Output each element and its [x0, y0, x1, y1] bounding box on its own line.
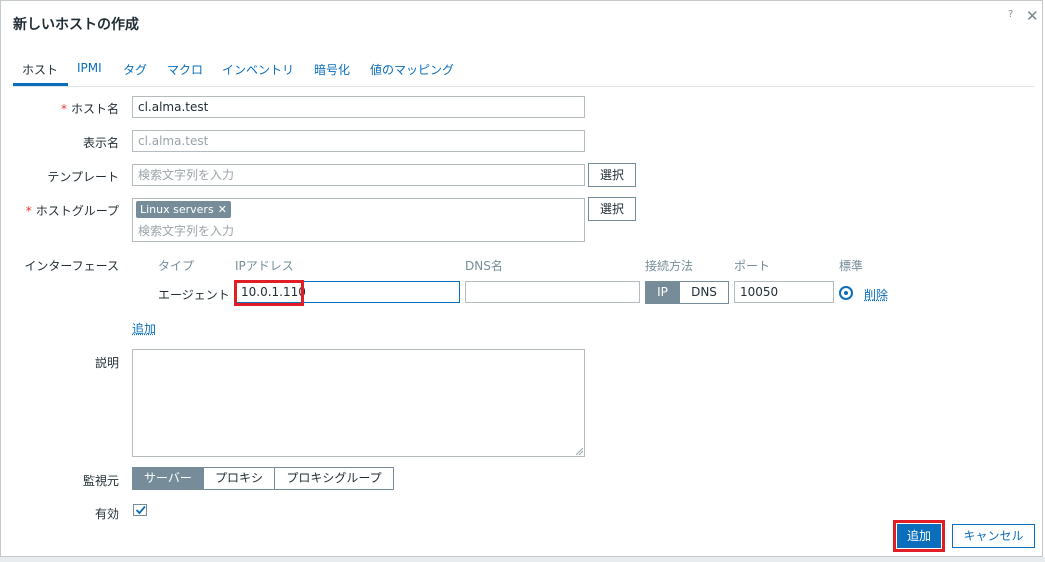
connect-dns-toggle[interactable]: DNS	[679, 281, 729, 304]
templates-label: テンプレート	[47, 170, 119, 184]
create-host-dialog: 新しいホストの作成 ? ✕ ホスト IPMI タグ マクロ インベントリ 暗号化…	[0, 0, 1043, 557]
tab-inventory[interactable]: インベントリ	[222, 61, 294, 78]
add-interface-link[interactable]: 追加	[132, 320, 156, 337]
enabled-checkbox[interactable]	[133, 504, 147, 516]
connect-ip-toggle[interactable]: IP	[645, 281, 680, 304]
visible-name-input[interactable]: cl.alma.test	[132, 130, 585, 152]
page-background-strip	[0, 557, 1045, 562]
host-groups-label: * ホストグループ	[26, 202, 119, 219]
highlight-ip-box	[234, 280, 304, 306]
templates-input[interactable]: 検索文字列を入力	[132, 164, 585, 186]
host-name-label: * ホスト名	[61, 100, 119, 117]
close-icon[interactable]: ✕	[1026, 7, 1039, 25]
col-connect: 接続方法	[645, 259, 694, 273]
visible-name-label: 表示名	[82, 136, 119, 150]
monitored-by-label: 監視元	[82, 474, 119, 488]
tab-bar: ホスト IPMI タグ マクロ インベントリ 暗号化 値のマッピング	[13, 59, 1034, 87]
tab-ipmi[interactable]: IPMI	[77, 61, 102, 75]
host-group-chip-label: Linux servers	[140, 203, 214, 216]
host-groups-select-button[interactable]: 選択	[588, 197, 636, 221]
monitored-by-proxy-group[interactable]: プロキシグループ	[274, 467, 394, 490]
description-label: 説明	[94, 356, 119, 370]
description-textarea[interactable]	[132, 349, 585, 457]
col-dns: DNS名	[465, 259, 503, 273]
tab-encryption[interactable]: 暗号化	[314, 61, 350, 78]
col-type: タイプ	[158, 259, 195, 273]
monitored-by-server[interactable]: サーバー	[132, 467, 204, 490]
interface-dns-input[interactable]	[465, 281, 640, 303]
monitored-by-proxy[interactable]: プロキシ	[203, 467, 275, 490]
host-groups-label-text: ホストグループ	[35, 204, 119, 218]
interface-type-agent: エージェント	[158, 288, 230, 302]
interface-port-input[interactable]: 10050	[734, 281, 834, 303]
chip-remove-icon[interactable]: ✕	[218, 203, 227, 216]
enabled-label: 有効	[94, 507, 119, 521]
col-port: ポート	[734, 259, 771, 273]
check-icon	[135, 505, 146, 515]
help-icon[interactable]: ?	[1008, 9, 1013, 20]
host-name-label-text: ホスト名	[70, 102, 119, 116]
tab-tags[interactable]: タグ	[123, 61, 147, 78]
tab-value-mapping[interactable]: 値のマッピング	[370, 61, 454, 78]
col-default: 標準	[839, 259, 864, 273]
dialog-title: 新しいホストの作成	[13, 17, 139, 33]
tab-host[interactable]: ホスト	[22, 61, 58, 78]
active-tab-indicator	[13, 83, 68, 86]
templates-select-button[interactable]: 選択	[588, 163, 636, 187]
host-name-input[interactable]: cl.alma.test	[132, 96, 585, 118]
cancel-button[interactable]: キャンセル	[952, 524, 1035, 548]
highlight-add-box	[893, 520, 945, 552]
default-interface-radio[interactable]	[839, 286, 853, 300]
resize-handle-icon[interactable]	[576, 448, 583, 455]
host-group-chip: Linux servers ✕	[136, 201, 231, 218]
tab-macros[interactable]: マクロ	[167, 61, 203, 78]
host-groups-placeholder: 検索文字列を入力	[138, 224, 235, 238]
col-ip: IPアドレス	[235, 259, 294, 273]
interfaces-label: インターフェース	[24, 259, 119, 273]
required-marker: *	[25, 204, 32, 218]
remove-interface-link[interactable]: 削除	[864, 286, 888, 303]
required-marker: *	[60, 102, 67, 116]
